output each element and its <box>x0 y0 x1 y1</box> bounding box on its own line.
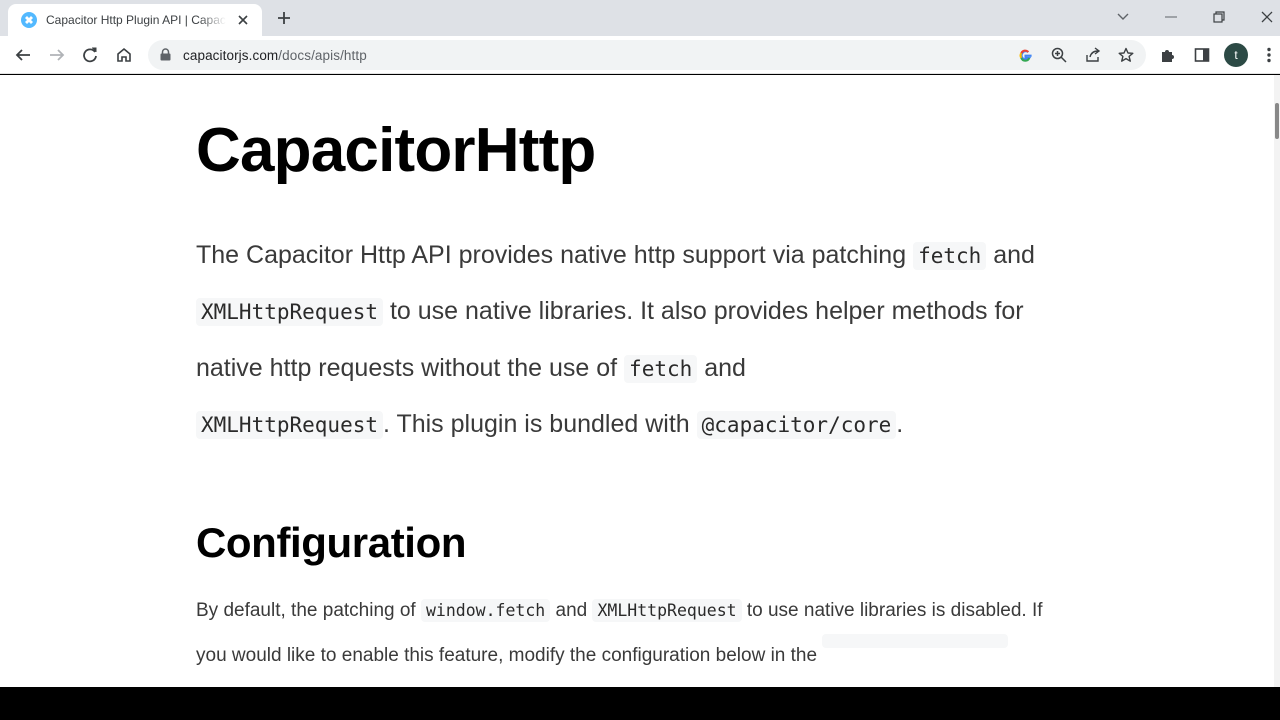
close-window-icon[interactable] <box>1255 6 1279 28</box>
browser-toolbar: capacitorjs.com/docs/apis/http t <box>0 36 1280 74</box>
scrollbar-thumb[interactable] <box>1275 103 1279 139</box>
tab-close-icon[interactable] <box>234 11 252 29</box>
reload-icon[interactable] <box>78 43 102 67</box>
intro-text: The Capacitor Http API provides native h… <box>196 241 914 269</box>
profile-avatar[interactable]: t <box>1224 43 1248 67</box>
inline-code-cutoff <box>822 633 1009 648</box>
inline-code: XMLHttpRequest <box>196 298 384 327</box>
side-panel-icon[interactable] <box>1190 43 1214 67</box>
extensions-puzzle-icon[interactable] <box>1156 43 1180 67</box>
configuration-heading[interactable]: Configuration <box>196 519 466 567</box>
black-bottom-bar <box>0 687 1280 720</box>
browser-tab-active[interactable]: Capacitor Http Plugin API | Capacitor <box>8 4 262 36</box>
inline-code: @capacitor/core <box>696 410 897 439</box>
google-lens-icon[interactable] <box>1015 45 1035 65</box>
configuration-paragraph: By default, the patching of window.fetch… <box>196 589 1046 678</box>
config-text: and <box>550 600 593 621</box>
minimize-icon[interactable] <box>1159 6 1183 28</box>
new-tab-plus-icon[interactable] <box>274 8 294 28</box>
url-path: /docs/apis/http <box>278 48 367 63</box>
inline-code: fetch <box>913 242 987 270</box>
share-icon[interactable] <box>1083 45 1103 65</box>
zoom-icon[interactable] <box>1049 45 1069 65</box>
inline-code: XMLHttpRequest <box>196 410 384 439</box>
page-scrollbar[interactable] <box>1274 75 1280 687</box>
intro-paragraph: The Capacitor Http API provides native h… <box>196 228 1046 453</box>
url-text[interactable]: capacitorjs.com/docs/apis/http <box>183 48 367 63</box>
inline-code: XMLHttpRequest <box>592 599 742 622</box>
lock-icon[interactable] <box>160 48 171 66</box>
menu-kebab-icon[interactable] <box>1257 43 1280 67</box>
tab-strip: Capacitor Http Plugin API | Capacitor <box>0 0 1280 36</box>
url-host: capacitorjs.com <box>183 48 279 63</box>
intro-text: . This plugin is bundled with <box>383 409 697 438</box>
page-title: CapacitorHttp <box>196 116 596 185</box>
config-text: By default, the patching of <box>196 600 421 621</box>
tab-title: Capacitor Http Plugin API | Capacitor <box>46 13 226 27</box>
inline-code: fetch <box>624 354 698 383</box>
restore-window-icon[interactable] <box>1207 6 1231 28</box>
forward-arrow-icon[interactable] <box>45 43 69 67</box>
tab-search-chevron-down-icon[interactable] <box>1111 6 1135 28</box>
back-arrow-icon[interactable] <box>11 43 35 67</box>
home-icon[interactable] <box>112 43 136 67</box>
intro-text: and <box>697 353 746 382</box>
intro-text: and <box>986 241 1035 269</box>
intro-text: . <box>896 409 904 438</box>
page-viewport: CapacitorHttp The Capacitor Http API pro… <box>0 75 1280 687</box>
address-bar[interactable]: capacitorjs.com/docs/apis/http <box>148 40 1146 70</box>
inline-code: window.fetch <box>421 599 551 622</box>
capacitor-favicon-icon <box>21 12 37 28</box>
bookmark-star-icon[interactable] <box>1116 45 1136 65</box>
